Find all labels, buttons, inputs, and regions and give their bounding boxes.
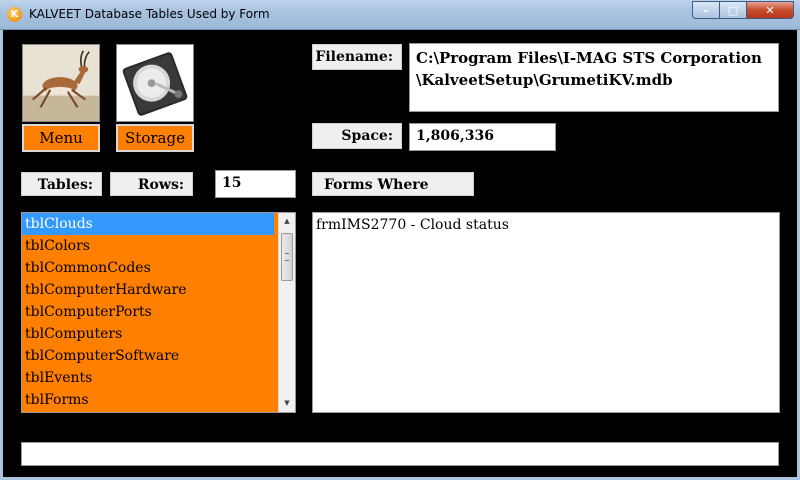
close-button[interactable]: ✕ — [747, 1, 794, 19]
menu-button[interactable]: Menu — [22, 124, 100, 152]
gazelle-icon — [23, 45, 99, 121]
scroll-down-arrow-icon[interactable]: ▼ — [279, 395, 295, 412]
table-list-item[interactable]: tblComputers — [22, 323, 274, 345]
minimize-icon: – — [703, 3, 709, 17]
table-list-item[interactable]: tblComputerHardware — [22, 279, 274, 301]
filename-line-1: C:\Program Files\I-MAG STS Corporation — [416, 49, 762, 67]
table-list-item[interactable]: tblCommonCodes — [22, 257, 274, 279]
close-icon: ✕ — [765, 3, 775, 17]
tables-label: Tables: — [21, 172, 102, 196]
table-list-item[interactable]: tblClouds — [22, 213, 274, 235]
filename-line-2: \KalveetSetup\GrumetiKV.mdb — [416, 71, 673, 89]
forms-where-used-label: Forms Where Used: — [312, 172, 474, 217]
table-list-item[interactable]: tblForms — [22, 389, 274, 411]
forms-where-used-list[interactable]: frmIMS2770 - Cloud status — [312, 212, 780, 413]
table-list-item[interactable]: tblComputerPorts — [22, 301, 274, 323]
tables-list-scrollbar[interactable]: ▲ ▼ — [278, 213, 295, 412]
storage-image-button[interactable] — [116, 44, 194, 122]
menu-button-label: Menu — [39, 129, 83, 147]
scroll-up-arrow-icon[interactable]: ▲ — [279, 213, 295, 230]
tables-list[interactable]: tblClouds tblColors tblCommonCodes tblCo… — [21, 212, 296, 413]
table-list-item[interactable]: tblColors — [22, 235, 274, 257]
filename-field[interactable]: C:\Program Files\I-MAG STS Corporation \… — [409, 43, 779, 112]
app-logo-icon: K — [7, 7, 22, 22]
space-field[interactable]: 1,806,336 — [409, 123, 556, 151]
filename-label: Filename: — [312, 44, 402, 70]
status-bar — [21, 442, 779, 466]
rows-label: Rows: — [110, 172, 193, 196]
window-title: KALVEET Database Tables Used by Form — [29, 7, 270, 21]
scroll-thumb[interactable] — [281, 233, 293, 281]
window-frame-left — [0, 30, 3, 480]
rows-field[interactable]: 15 — [215, 170, 296, 198]
storage-button[interactable]: Storage — [116, 124, 194, 152]
menu-image-button[interactable] — [22, 44, 100, 122]
form-list-item[interactable]: frmIMS2770 - Cloud status — [316, 217, 776, 233]
title-bar[interactable]: K KALVEET Database Tables Used by Form –… — [0, 0, 800, 30]
space-label: Space: — [312, 123, 402, 149]
maximize-icon: □ — [727, 3, 739, 17]
minimize-button[interactable]: – — [692, 1, 720, 19]
hard-drive-icon — [117, 45, 193, 121]
maximize-button[interactable]: □ — [720, 1, 747, 19]
table-list-item[interactable]: tblEvents — [22, 367, 274, 389]
storage-button-label: Storage — [125, 129, 185, 147]
table-list-item[interactable]: tblComputerSoftware — [22, 345, 274, 367]
